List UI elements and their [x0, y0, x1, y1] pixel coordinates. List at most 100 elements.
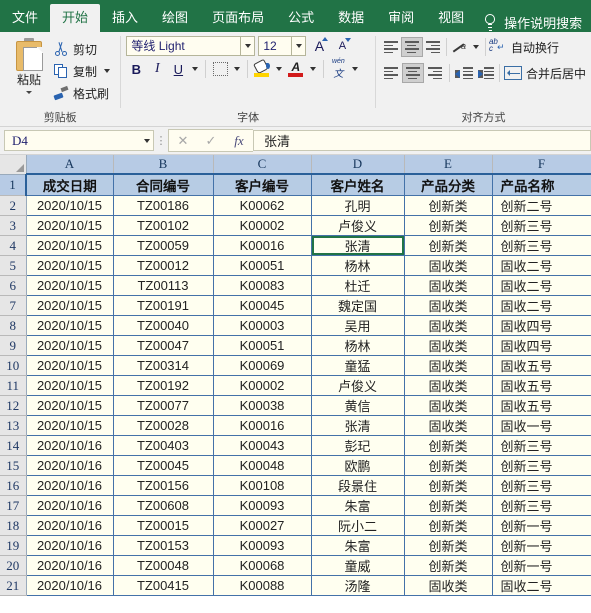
table-cell[interactable]: 黄信: [311, 395, 405, 416]
merge-center-button[interactable]: 合并后居中: [503, 62, 586, 84]
row-header-7[interactable]: 7: [0, 295, 27, 316]
name-box[interactable]: D4: [4, 130, 154, 151]
underline-button[interactable]: U: [168, 59, 188, 79]
table-cell[interactable]: 创新类: [404, 475, 493, 496]
row-header-20[interactable]: 20: [0, 555, 27, 576]
column-title-cell[interactable]: 成交日期: [26, 174, 114, 196]
table-cell[interactable]: K00051: [213, 335, 312, 356]
row-header-4[interactable]: 4: [0, 235, 27, 256]
row-header-18[interactable]: 18: [0, 515, 27, 536]
font-name-chevron-down-icon[interactable]: [241, 36, 256, 56]
table-cell[interactable]: 创新一号: [492, 535, 591, 556]
row-header-3[interactable]: 3: [0, 215, 27, 236]
table-cell[interactable]: K00048: [213, 455, 312, 476]
table-cell[interactable]: 朱富: [311, 495, 405, 516]
table-cell[interactable]: 固收类: [404, 295, 493, 316]
table-cell[interactable]: 2020/10/16: [26, 515, 114, 536]
formula-input[interactable]: 张清: [253, 130, 591, 151]
column-header-b[interactable]: B: [113, 155, 214, 175]
table-cell[interactable]: 阮小二: [311, 515, 405, 536]
confirm-formula-button[interactable]: ✓: [197, 131, 225, 150]
table-cell[interactable]: 2020/10/16: [26, 495, 114, 516]
table-cell[interactable]: 固收类: [404, 575, 493, 596]
table-cell[interactable]: K00002: [213, 375, 312, 396]
table-cell[interactable]: K00093: [213, 535, 312, 556]
font-size-combo[interactable]: 12: [258, 36, 307, 56]
table-cell[interactable]: 张清: [311, 415, 405, 436]
row-header-11[interactable]: 11: [0, 375, 27, 396]
table-cell[interactable]: 创新类: [404, 515, 493, 536]
ribbon-tab-insert[interactable]: 插入: [100, 4, 150, 32]
table-cell[interactable]: TZ00028: [113, 415, 214, 436]
table-cell[interactable]: TZ00047: [113, 335, 214, 356]
table-cell[interactable]: 卢俊义: [311, 375, 405, 396]
decrease-font-size-button[interactable]: A: [332, 36, 352, 56]
spreadsheet-grid[interactable]: A B C D E F 1 成交日期 合同编号 客户编号 客户姓名 产品分类 产品名称 2 20…: [0, 155, 591, 596]
table-cell[interactable]: 固收五号: [492, 395, 591, 416]
table-cell[interactable]: 杜迁: [311, 275, 405, 296]
table-cell[interactable]: 固收一号: [492, 415, 591, 436]
tell-me-search[interactable]: 操作说明搜索: [482, 13, 582, 32]
decrease-indent-button[interactable]: [454, 63, 474, 83]
formula-bar-grip[interactable]: ⋮: [154, 134, 168, 147]
table-cell[interactable]: TZ00415: [113, 575, 214, 596]
column-title-cell[interactable]: 产品名称: [492, 174, 591, 196]
column-header-c[interactable]: C: [213, 155, 312, 175]
insert-function-button[interactable]: fx: [225, 131, 253, 150]
column-title-cell[interactable]: 合同编号: [113, 174, 214, 196]
table-cell[interactable]: K00016: [213, 235, 312, 256]
table-cell[interactable]: 2020/10/15: [26, 415, 114, 436]
table-cell[interactable]: 创新三号: [492, 435, 591, 456]
table-cell[interactable]: 彭玘: [311, 435, 405, 456]
table-cell[interactable]: TZ00191: [113, 295, 214, 316]
borders-button[interactable]: [210, 59, 230, 79]
table-cell[interactable]: K00093: [213, 495, 312, 516]
orientation-chevron-down-icon[interactable]: [470, 37, 482, 57]
chevron-down-icon[interactable]: [26, 91, 32, 94]
table-cell[interactable]: 2020/10/16: [26, 435, 114, 456]
table-cell[interactable]: 段景住: [311, 475, 405, 496]
row-header-9[interactable]: 9: [0, 335, 27, 356]
table-cell[interactable]: 吴用: [311, 315, 405, 336]
ribbon-tab-page-layout[interactable]: 页面布局: [200, 4, 276, 32]
paste-button[interactable]: 粘贴: [5, 36, 53, 94]
row-header-2[interactable]: 2: [0, 195, 27, 216]
table-cell[interactable]: 创新三号: [492, 215, 591, 236]
table-cell[interactable]: 卢俊义: [311, 215, 405, 236]
table-cell[interactable]: K00003: [213, 315, 312, 336]
table-cell[interactable]: 固收类: [404, 275, 493, 296]
table-cell[interactable]: 固收四号: [492, 335, 591, 356]
column-title-cell[interactable]: 产品分类: [404, 174, 493, 196]
table-cell[interactable]: K00062: [213, 195, 312, 216]
table-cell[interactable]: 汤隆: [311, 575, 405, 596]
table-cell[interactable]: 固收五号: [492, 355, 591, 376]
table-cell[interactable]: 固收类: [404, 415, 493, 436]
table-cell[interactable]: 2020/10/16: [26, 455, 114, 476]
row-header-8[interactable]: 8: [0, 315, 27, 336]
table-cell[interactable]: 创新类: [404, 495, 493, 516]
table-cell[interactable]: 2020/10/15: [26, 195, 114, 216]
table-cell[interactable]: 2020/10/16: [26, 555, 114, 576]
table-cell[interactable]: 固收二号: [492, 275, 591, 296]
table-cell[interactable]: K00088: [213, 575, 312, 596]
table-cell[interactable]: 固收四号: [492, 315, 591, 336]
table-cell[interactable]: 创新三号: [492, 475, 591, 496]
table-cell[interactable]: 2020/10/16: [26, 575, 114, 596]
table-cell[interactable]: 童威: [311, 555, 405, 576]
font-size-chevron-down-icon[interactable]: [292, 36, 307, 56]
fill-color-button[interactable]: [252, 58, 272, 79]
table-cell[interactable]: 固收类: [404, 355, 493, 376]
row-header-5[interactable]: 5: [0, 255, 27, 276]
table-cell[interactable]: TZ00156: [113, 475, 214, 496]
table-cell[interactable]: TZ00113: [113, 275, 214, 296]
table-cell[interactable]: TZ00045: [113, 455, 214, 476]
table-cell[interactable]: TZ00192: [113, 375, 214, 396]
phonetic-guide-button[interactable]: wén 文: [328, 58, 348, 80]
table-cell[interactable]: 朱富: [311, 535, 405, 556]
table-cell[interactable]: K00083: [213, 275, 312, 296]
table-cell[interactable]: 创新类: [404, 455, 493, 476]
row-header-21[interactable]: 21: [0, 575, 27, 596]
table-cell[interactable]: 2020/10/15: [26, 215, 114, 236]
column-header-e[interactable]: E: [404, 155, 493, 175]
font-color-chevron-down-icon[interactable]: [307, 59, 319, 79]
